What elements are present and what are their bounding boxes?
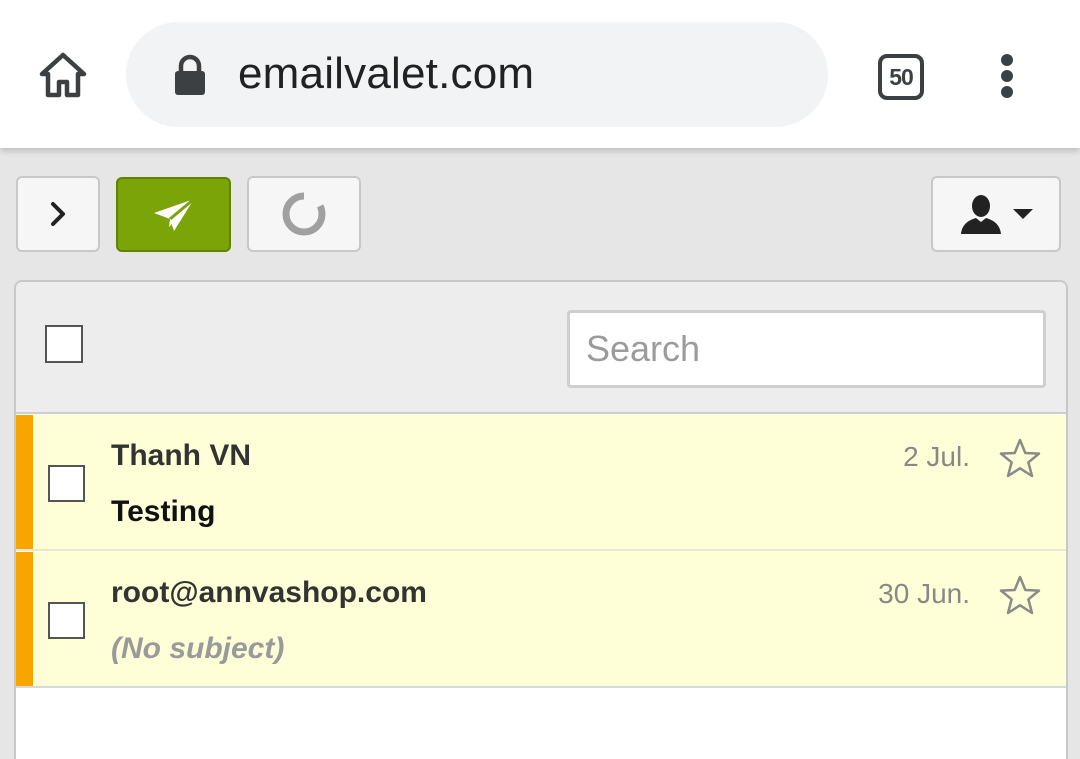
more-vert-icon-dot <box>1001 70 1013 82</box>
message-date: 2 Jul. <box>903 441 970 472</box>
search-input[interactable] <box>567 310 1046 388</box>
more-vert-icon <box>1001 54 1013 66</box>
chevron-right-icon <box>51 202 65 226</box>
tab-switcher-button[interactable]: 50 <box>872 48 930 106</box>
loading-spinner-icon <box>282 192 326 236</box>
select-all-checkbox[interactable] <box>45 325 83 363</box>
message-sender: Thanh VN <box>111 439 251 472</box>
expand-sidebar-button[interactable] <box>16 176 100 252</box>
user-icon <box>961 195 1001 234</box>
more-vert-icon-dot <box>1001 86 1013 98</box>
tab-switcher-icon: 50 <box>878 54 924 100</box>
browser-toolbar: emailvalet.com 50 <box>0 0 1080 148</box>
star-icon[interactable] <box>998 574 1042 618</box>
unread-indicator <box>16 552 33 686</box>
message-list-panel: Thanh VN Testing 2 Jul. root@annvashop.c… <box>14 280 1068 759</box>
home-button[interactable] <box>30 42 96 108</box>
star-icon[interactable] <box>998 437 1042 481</box>
refresh-button[interactable] <box>247 176 361 252</box>
message-date: 30 Jun. <box>878 578 970 609</box>
message-subject: (No subject) <box>111 632 285 665</box>
paper-plane-icon <box>153 197 195 231</box>
message-subject: Testing <box>111 495 216 528</box>
chevron-down-icon <box>1013 209 1033 219</box>
message-sender: root@annvashop.com <box>111 576 427 609</box>
unread-indicator <box>16 415 33 549</box>
message-checkbox[interactable] <box>48 465 85 502</box>
compose-button[interactable] <box>116 177 231 252</box>
account-menu-button[interactable] <box>931 176 1061 252</box>
message-row[interactable]: Thanh VN Testing 2 Jul. <box>16 415 1066 551</box>
url-text: emailvalet.com <box>238 49 535 98</box>
message-checkbox[interactable] <box>48 602 85 639</box>
message-list-header <box>16 282 1066 414</box>
browser-menu-button[interactable] <box>984 48 1030 104</box>
message-row[interactable]: root@annvashop.com (No subject) 30 Jun. <box>16 552 1066 688</box>
tab-count: 50 <box>889 63 914 90</box>
address-bar[interactable]: emailvalet.com <box>126 22 828 127</box>
home-icon <box>39 52 87 98</box>
lock-icon <box>175 54 205 95</box>
